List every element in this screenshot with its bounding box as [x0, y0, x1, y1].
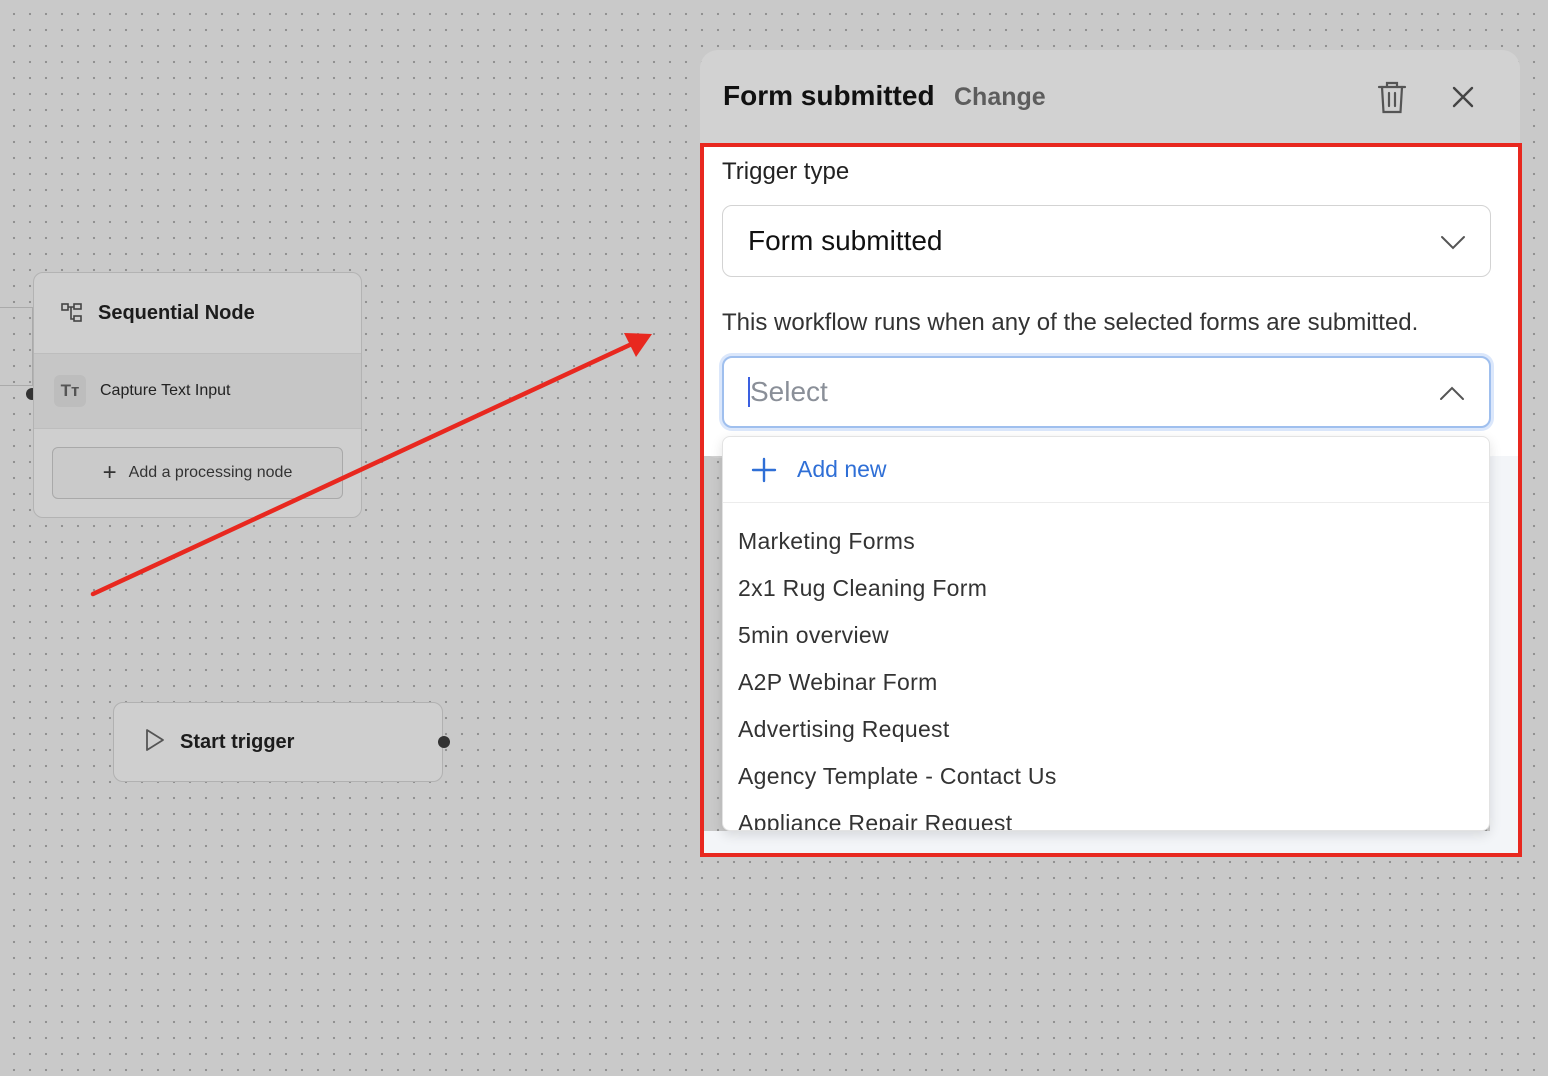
capture-text-input-label: Capture Text Input	[100, 382, 231, 399]
add-new-form-option[interactable]: Add new	[723, 437, 1489, 503]
add-processing-node-label: Add a processing node	[128, 464, 293, 481]
form-option[interactable]: 2x1 Rug Cleaning Form	[723, 565, 1489, 612]
form-option[interactable]: Marketing Forms	[723, 518, 1489, 565]
add-processing-node-button[interactable]: + Add a processing node	[52, 447, 343, 499]
sequential-node-header: Sequential Node	[34, 273, 361, 353]
form-option[interactable]: Appliance Repair Request	[723, 800, 1489, 830]
trigger-type-select[interactable]: Form submitted	[722, 205, 1491, 277]
plus-icon: +	[102, 459, 117, 486]
forms-select-placeholder: Select	[750, 376, 828, 407]
form-option[interactable]: Advertising Request	[723, 706, 1489, 753]
start-trigger-label: Start trigger	[180, 730, 295, 753]
trigger-type-label: Trigger type	[722, 158, 850, 185]
workflow-description: This workflow runs when any of the selec…	[722, 309, 1419, 336]
panel-body-edge	[1490, 456, 1519, 854]
connector-line	[0, 307, 33, 386]
form-option[interactable]: Agency Template - Contact Us	[723, 753, 1489, 800]
sequential-node[interactable]: Sequential Node Tт Capture Text Input + …	[33, 272, 362, 518]
form-option[interactable]: 5min overview	[723, 612, 1489, 659]
plus-icon	[751, 457, 777, 483]
play-icon	[144, 728, 166, 757]
forms-dropdown: Add new Marketing Forms 2x1 Rug Cleaning…	[722, 436, 1490, 831]
form-options-list: Marketing Forms 2x1 Rug Cleaning Form 5m…	[723, 503, 1489, 830]
change-trigger-link[interactable]: Change	[954, 83, 1046, 112]
trigger-type-value: Form submitted	[748, 225, 943, 256]
trash-icon[interactable]	[1376, 80, 1408, 116]
sequential-node-title: Sequential Node	[98, 301, 255, 324]
chevron-up-icon	[1439, 382, 1465, 411]
start-trigger-node[interactable]: Start trigger	[113, 702, 443, 782]
add-new-label: Add new	[797, 456, 887, 482]
capture-text-input-item[interactable]: Tт Capture Text Input	[34, 353, 361, 429]
close-icon[interactable]	[1450, 84, 1476, 110]
form-option[interactable]: A2P Webinar Form	[723, 659, 1489, 706]
chevron-down-icon	[1440, 230, 1466, 259]
hierarchy-icon	[60, 300, 86, 326]
panel-body-footer	[703, 831, 1519, 854]
output-handle[interactable]	[438, 736, 450, 748]
text-type-icon: Tт	[54, 375, 86, 407]
forms-select[interactable]: Select	[722, 356, 1491, 428]
panel-header: Form submitted Change	[700, 50, 1520, 144]
panel-title: Form submitted	[723, 80, 935, 111]
